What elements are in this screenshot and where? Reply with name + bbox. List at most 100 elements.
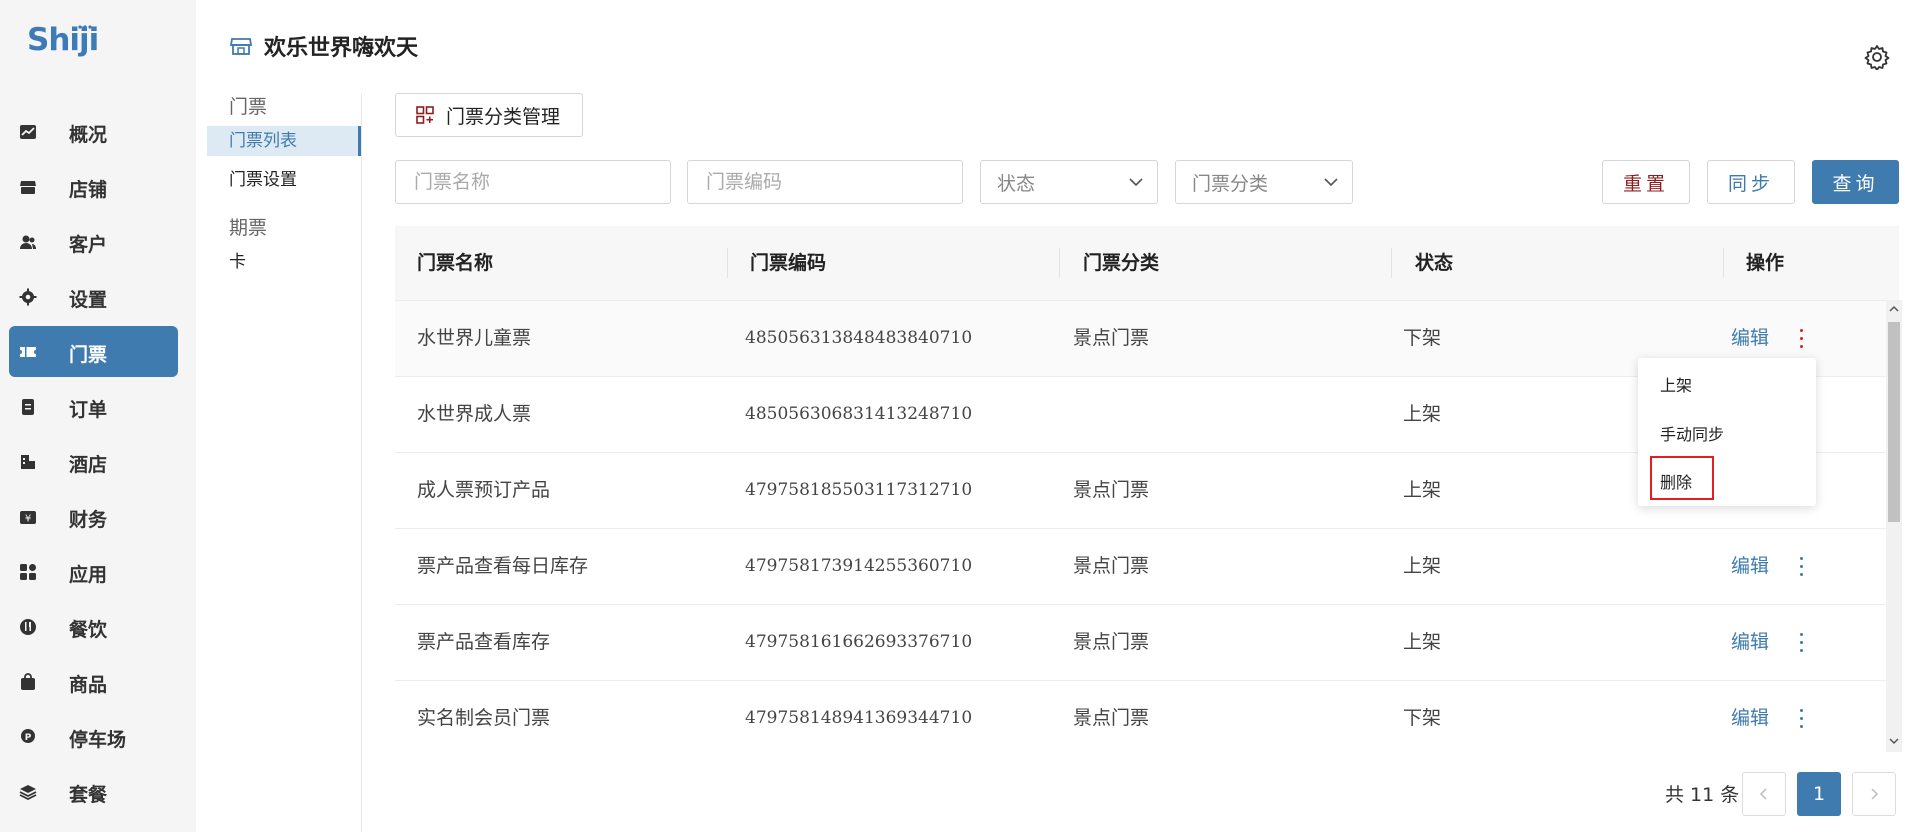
cell-name: 水世界儿童票 — [417, 327, 532, 349]
cell-category: 景点门票 — [1073, 327, 1150, 349]
dropdown-item-list-on-shelf[interactable]: 上架 — [1660, 372, 1692, 396]
dropdown-item-manual-sync[interactable]: 手动同步 — [1660, 421, 1724, 445]
cell-name: 实名制会员门票 — [417, 707, 551, 729]
submenu-item-card[interactable]: 卡 — [207, 247, 361, 277]
dropdown-item-delete[interactable]: 删除 — [1660, 469, 1692, 493]
status-select-label: 状态 — [997, 172, 1036, 195]
edit-link[interactable]: 编辑 — [1731, 605, 1769, 680]
users-icon — [19, 233, 37, 251]
edit-link[interactable]: 编辑 — [1731, 529, 1769, 604]
ticket-name-field[interactable] — [395, 160, 671, 204]
sidebar-item-parking[interactable]: P 停车场 — [0, 711, 196, 762]
next-page-button[interactable] — [1852, 772, 1896, 816]
gear-icon — [19, 288, 37, 306]
sidebar-item-dining[interactable]: 餐饮 — [0, 601, 196, 652]
ticket-icon — [19, 343, 37, 361]
svg-text:P: P — [25, 733, 32, 743]
sidebar-item-hotel[interactable]: 酒店 — [0, 436, 196, 487]
cell-category: 景点门票 — [1073, 479, 1150, 501]
cell-category: 景点门票 — [1073, 707, 1150, 729]
sidebar-item-apps[interactable]: 应用 — [0, 546, 196, 597]
chart-icon — [19, 123, 37, 141]
sidebar-item-overview[interactable]: 概况 — [0, 106, 196, 157]
col-header-category: 门票分类 — [1083, 252, 1160, 274]
more-actions-icon[interactable] — [1798, 633, 1804, 655]
cell-name: 成人票预订产品 — [417, 479, 551, 501]
col-separator — [727, 248, 728, 278]
submenu-item-ticket-settings[interactable]: 门票设置 — [207, 165, 361, 195]
more-actions-icon[interactable] — [1798, 329, 1804, 351]
cell-status: 下架 — [1403, 327, 1442, 349]
store-icon — [230, 38, 252, 55]
prev-page-button[interactable] — [1742, 772, 1786, 816]
category-select-label: 门票分类 — [1192, 172, 1269, 195]
submenu-group-tickets: 门票 — [229, 96, 268, 118]
sidebar-nav: 概况 店铺 客户 设置 门票 订单 酒店 ¥ 财务 应用 餐饮 商品 P 停车场… — [0, 106, 196, 821]
ticket-name-input[interactable] — [412, 170, 670, 194]
order-icon — [19, 398, 37, 416]
sidebar-item-orders[interactable]: 订单 — [0, 381, 196, 432]
sidebar-item-products[interactable]: 商品 — [0, 656, 196, 707]
col-separator — [1723, 248, 1724, 278]
reset-button[interactable]: 重置 — [1602, 160, 1690, 204]
page-title: 欢乐世界嗨欢天 — [264, 36, 419, 61]
submenu-divider — [361, 94, 362, 832]
sub-menu: 门票 门票列表 门票设置 期票 卡 — [207, 94, 361, 277]
chevron-down-icon — [1324, 178, 1338, 187]
col-header-name: 门票名称 — [417, 252, 494, 274]
cell-code: 485056313848483840710 — [745, 328, 973, 348]
submenu-item-ticket-list[interactable]: 门票列表 — [207, 126, 361, 156]
status-select[interactable]: 状态 — [980, 160, 1158, 204]
cell-code: 479758148941369344710 — [745, 708, 973, 728]
svg-text:¥: ¥ — [25, 514, 31, 525]
col-header-status: 状态 — [1415, 252, 1454, 274]
sidebar-item-tickets[interactable]: 门票 — [9, 326, 178, 377]
bag-icon — [19, 673, 37, 691]
category-management-button[interactable]: 门票分类管理 — [395, 93, 583, 137]
cell-status: 上架 — [1403, 555, 1442, 577]
cell-status: 上架 — [1403, 403, 1442, 425]
cell-status: 上架 — [1403, 631, 1442, 653]
sidebar-item-settings[interactable]: 设置 — [0, 271, 196, 322]
page-header: 欢乐世界嗨欢天 — [230, 30, 418, 62]
dining-icon — [19, 618, 37, 636]
sidebar-item-customers[interactable]: 客户 — [0, 216, 196, 267]
col-separator — [1059, 248, 1060, 278]
cell-code: 479758161662693376710 — [745, 632, 973, 652]
cell-category: 景点门票 — [1073, 631, 1150, 653]
sidebar-item-finance[interactable]: ¥ 财务 — [0, 491, 196, 542]
finance-icon: ¥ — [19, 508, 37, 526]
cell-name: 票产品查看库存 — [417, 631, 551, 653]
submenu-group-vouchers: 期票 — [229, 217, 268, 239]
ticket-code-input[interactable] — [704, 170, 962, 194]
category-select[interactable]: 门票分类 — [1175, 160, 1353, 204]
query-button[interactable]: 查询 — [1812, 160, 1899, 204]
scroll-up-icon[interactable] — [1888, 302, 1900, 316]
table-row[interactable]: 票产品查看每日库存 479758173914255360710 景点门票 上架 … — [395, 529, 1899, 605]
cell-name: 水世界成人票 — [417, 403, 532, 425]
grid-icon — [416, 106, 434, 124]
col-header-code: 门票编码 — [750, 252, 827, 274]
sidebar-item-store[interactable]: 店铺 — [0, 161, 196, 212]
chevron-right-icon — [1871, 788, 1879, 800]
cell-status: 上架 — [1403, 479, 1442, 501]
table-row[interactable]: 票产品查看库存 479758161662693376710 景点门票 上架 编辑 — [395, 605, 1899, 681]
scroll-down-icon[interactable] — [1888, 734, 1900, 748]
settings-gear-icon[interactable] — [1864, 44, 1890, 70]
cell-code: 485056306831413248710 — [745, 404, 973, 424]
sidebar-item-packages[interactable]: 套餐 — [0, 766, 196, 817]
cell-code: 479758185503117312710 — [745, 480, 973, 500]
store-icon — [19, 178, 37, 196]
table-row[interactable]: 实名制会员门票 479758148941369344710 景点门票 下架 编辑 — [395, 681, 1899, 756]
scrollbar-thumb[interactable] — [1888, 322, 1900, 522]
parking-icon: P — [19, 728, 37, 746]
ticket-code-field[interactable] — [687, 160, 963, 204]
more-actions-icon[interactable] — [1798, 709, 1804, 731]
cell-category: 景点门票 — [1073, 555, 1150, 577]
total-count: 共 11 条 — [1665, 784, 1740, 806]
edit-link[interactable]: 编辑 — [1731, 681, 1769, 756]
sync-button[interactable]: 同步 — [1707, 160, 1795, 204]
page-button-current[interactable]: 1 — [1797, 772, 1841, 816]
logo-dots-icon — [78, 25, 92, 29]
more-actions-icon[interactable] — [1798, 557, 1804, 579]
